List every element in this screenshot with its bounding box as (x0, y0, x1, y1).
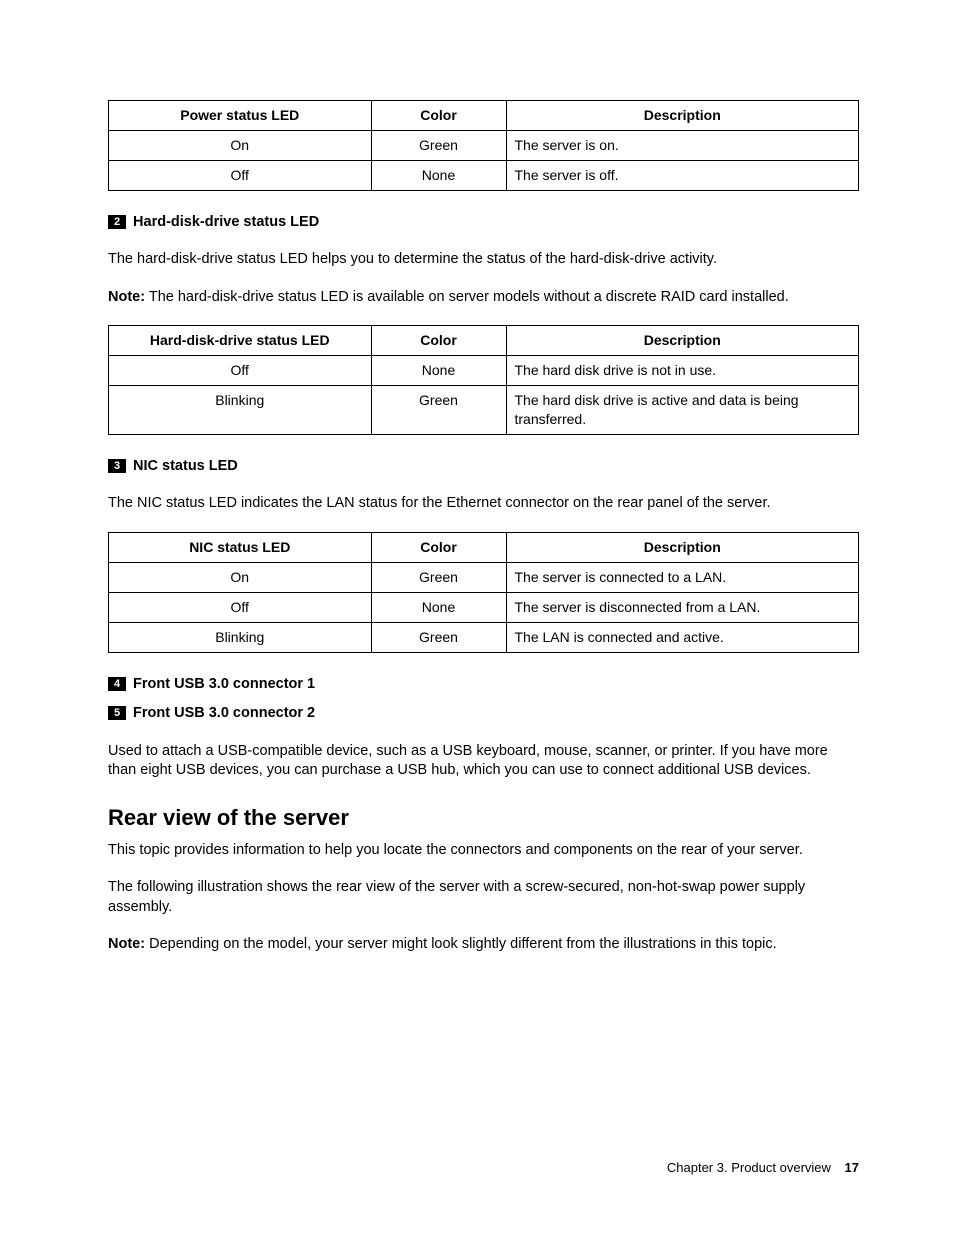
table-header: Color (371, 326, 506, 356)
table-cell: The hard disk drive is active and data i… (506, 386, 859, 435)
callout-title: Front USB 3.0 connector 2 (133, 705, 315, 721)
table-cell: Off (109, 356, 372, 386)
table-cell: The server is on. (506, 130, 859, 160)
table-header: Description (506, 326, 859, 356)
table-cell: Green (371, 622, 506, 652)
callout-number-icon: 5 (108, 706, 126, 720)
callout-number-icon: 3 (108, 459, 126, 473)
table-row: On Green The server is on. (109, 130, 859, 160)
table-power-status: Power status LED Color Description On Gr… (108, 100, 859, 191)
callout-title: NIC status LED (133, 458, 238, 474)
nic-description: The NIC status LED indicates the LAN sta… (108, 494, 859, 514)
table-nic-status: NIC status LED Color Description On Gree… (108, 532, 859, 653)
footer-chapter: Chapter 3. Product overview (667, 1160, 831, 1175)
table-cell: The server is off. (506, 160, 859, 190)
table-cell: The server is connected to a LAN. (506, 562, 859, 592)
note-label: Note: (108, 936, 145, 952)
table-header-row: Hard-disk-drive status LED Color Descrip… (109, 326, 859, 356)
table-cell: Blinking (109, 622, 372, 652)
table-header: Color (371, 533, 506, 563)
table-cell: Green (371, 130, 506, 160)
callout-heading-5: 5 Front USB 3.0 connector 2 (108, 704, 859, 724)
table-row: Blinking Green The LAN is connected and … (109, 622, 859, 652)
table-cell: None (371, 592, 506, 622)
callout-title: Front USB 3.0 connector 1 (133, 676, 315, 692)
table-cell: Off (109, 160, 372, 190)
table-header-row: Power status LED Color Description (109, 101, 859, 131)
note-text: The hard-disk-drive status LED is availa… (149, 289, 789, 305)
table-cell: Green (371, 386, 506, 435)
table-cell: None (371, 160, 506, 190)
table-header: Description (506, 101, 859, 131)
table-row: Blinking Green The hard disk drive is ac… (109, 386, 859, 435)
callout-heading-4: 4 Front USB 3.0 connector 1 (108, 675, 859, 695)
table-cell: On (109, 130, 372, 160)
note-label: Note: (108, 289, 145, 305)
hdd-description: The hard-disk-drive status LED helps you… (108, 250, 859, 270)
table-header: NIC status LED (109, 533, 372, 563)
table-cell: Blinking (109, 386, 372, 435)
table-cell: Green (371, 562, 506, 592)
callout-heading-2: 2 Hard-disk-drive status LED (108, 213, 859, 233)
callout-number-icon: 2 (108, 215, 126, 229)
table-cell: The hard disk drive is not in use. (506, 356, 859, 386)
table-cell: The LAN is connected and active. (506, 622, 859, 652)
usb-description: Used to attach a USB-compatible device, … (108, 742, 859, 781)
note-text: Depending on the model, your server migh… (149, 936, 777, 952)
table-cell: None (371, 356, 506, 386)
document-page: Power status LED Color Description On Gr… (0, 0, 954, 1235)
heading-rear-view: Rear view of the server (108, 803, 859, 833)
table-cell: Off (109, 592, 372, 622)
table-header: Hard-disk-drive status LED (109, 326, 372, 356)
rear-paragraph-1: This topic provides information to help … (108, 841, 859, 861)
rear-paragraph-2: The following illustration shows the rea… (108, 878, 859, 917)
table-cell: On (109, 562, 372, 592)
footer-page-number: 17 (845, 1160, 859, 1175)
table-hdd-status: Hard-disk-drive status LED Color Descrip… (108, 325, 859, 435)
table-row: Off None The server is off. (109, 160, 859, 190)
hdd-note: Note: The hard-disk-drive status LED is … (108, 288, 859, 308)
table-header: Color (371, 101, 506, 131)
table-cell: The server is disconnected from a LAN. (506, 592, 859, 622)
table-row: Off None The hard disk drive is not in u… (109, 356, 859, 386)
table-header-row: NIC status LED Color Description (109, 533, 859, 563)
rear-note: Note: Depending on the model, your serve… (108, 935, 859, 955)
page-footer: Chapter 3. Product overview 17 (667, 1159, 859, 1177)
callout-number-icon: 4 (108, 677, 126, 691)
callout-heading-3: 3 NIC status LED (108, 457, 859, 477)
table-header: Description (506, 533, 859, 563)
callout-title: Hard-disk-drive status LED (133, 214, 319, 230)
table-row: On Green The server is connected to a LA… (109, 562, 859, 592)
table-header: Power status LED (109, 101, 372, 131)
table-row: Off None The server is disconnected from… (109, 592, 859, 622)
